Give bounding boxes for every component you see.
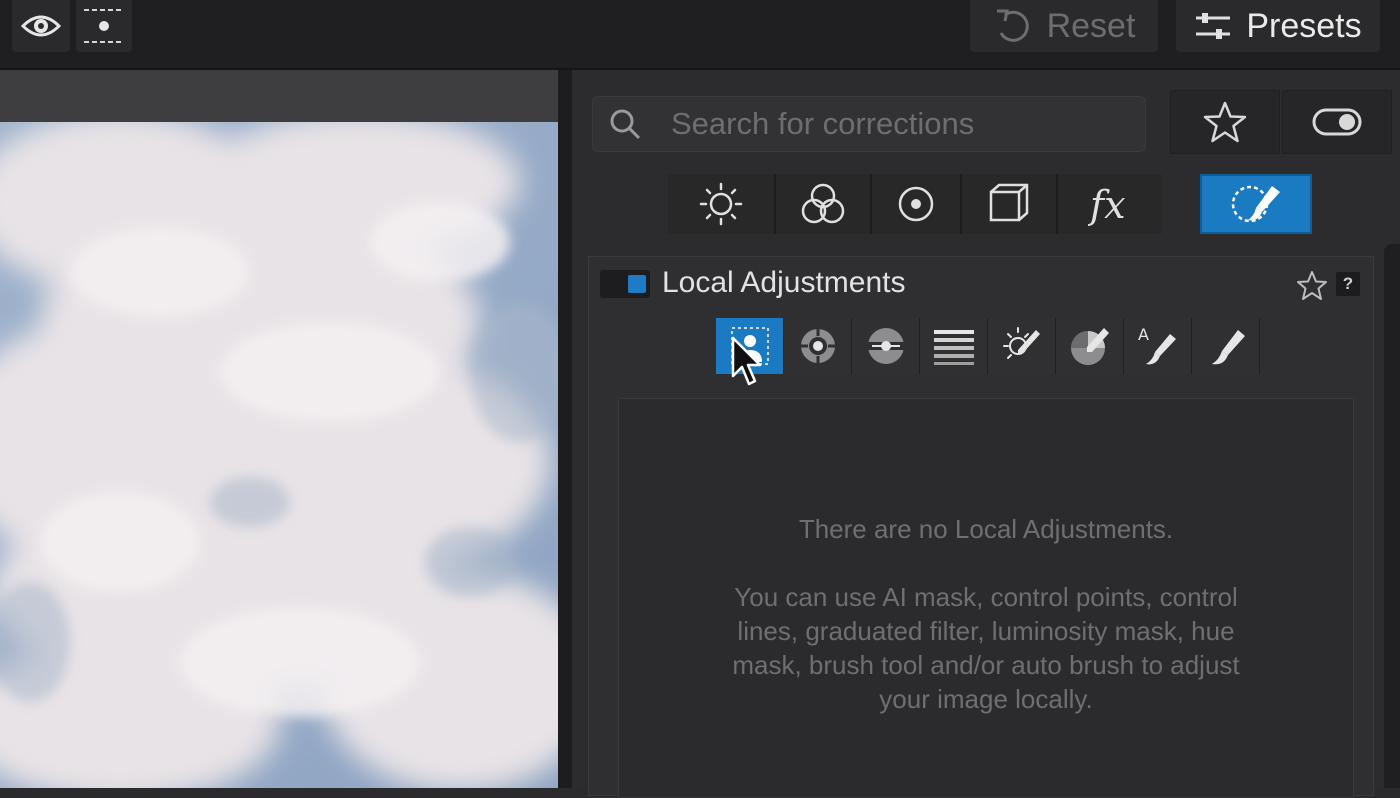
favorites-button[interactable] <box>1170 90 1280 154</box>
preview-toggle-button[interactable] <box>12 0 70 52</box>
enable-indicator <box>628 275 646 293</box>
control-point-tool[interactable] <box>784 318 852 374</box>
help-button[interactable]: ? <box>1336 272 1360 296</box>
reset-button[interactable]: Reset <box>970 0 1158 52</box>
control-line-icon <box>867 328 904 364</box>
fx-icon: fx <box>1088 183 1126 226</box>
cube-icon <box>989 183 1029 222</box>
top-toolbar: Reset Presets <box>0 0 1400 70</box>
svg-text:fx: fx <box>1088 183 1126 226</box>
mouse-cursor-icon <box>731 336 762 386</box>
palette-favorite-star-icon[interactable] <box>1296 270 1328 302</box>
undo-icon <box>996 9 1029 42</box>
split-view-icon <box>84 9 124 43</box>
panel-toggle-button[interactable] <box>1282 90 1392 154</box>
graduated-filter-icon <box>933 330 974 365</box>
luminosity-dropper-icon <box>1002 327 1040 359</box>
palette-enable-toggle[interactable] <box>600 270 650 298</box>
local-brush-icon <box>1231 185 1280 223</box>
hue-mask-tool[interactable] <box>1056 318 1124 374</box>
auto-brush-icon: A <box>1138 325 1176 365</box>
image-viewer[interactable] <box>0 70 558 788</box>
palette-title: Local Adjustments <box>662 266 906 299</box>
auto-brush-tool[interactable]: A <box>1124 318 1192 374</box>
tab-local-adjustments[interactable] <box>1200 174 1312 234</box>
search-icon <box>610 109 641 140</box>
local-adjustment-tools: A <box>716 318 1260 374</box>
hue-dropper-icon <box>1070 328 1109 365</box>
tab-color[interactable] <box>776 174 872 234</box>
empty-state-description: You can use AI mask, control points, con… <box>732 582 1240 714</box>
panel-scrollbar[interactable] <box>1384 244 1400 788</box>
brush-tool[interactable] <box>1192 318 1260 374</box>
palette-tabs: fx <box>668 174 1162 234</box>
luminosity-mask-tool[interactable] <box>988 318 1056 374</box>
empty-state-title: There are no Local Adjustments. <box>798 514 1174 544</box>
tab-light[interactable] <box>668 174 776 234</box>
search-field[interactable] <box>592 96 1146 152</box>
toggle-icon <box>1312 108 1362 136</box>
sun-icon <box>699 182 743 226</box>
presets-button[interactable]: Presets <box>1176 0 1380 52</box>
graduated-filter-tool[interactable] <box>920 318 988 374</box>
control-line-tool[interactable] <box>852 318 920 374</box>
panel-divider[interactable] <box>558 70 572 788</box>
viewer-header-strip <box>0 70 558 122</box>
auto-brush-letter: A <box>1138 325 1149 344</box>
tab-geometry[interactable] <box>962 174 1058 234</box>
search-input[interactable] <box>669 105 1133 143</box>
tab-effects[interactable]: fx <box>1058 174 1162 234</box>
star-icon <box>1203 101 1247 143</box>
color-circles-icon <box>801 183 845 224</box>
control-point-icon <box>800 329 835 363</box>
lens-icon <box>898 186 934 222</box>
eye-icon <box>21 15 61 37</box>
presets-label: Presets <box>1246 6 1362 45</box>
cloud-photo <box>0 122 558 788</box>
sliders-icon <box>1196 13 1231 39</box>
tab-detail[interactable] <box>872 174 962 234</box>
compare-view-button[interactable] <box>76 0 132 52</box>
reset-label: Reset <box>1046 6 1136 45</box>
brush-icon <box>1211 330 1245 365</box>
